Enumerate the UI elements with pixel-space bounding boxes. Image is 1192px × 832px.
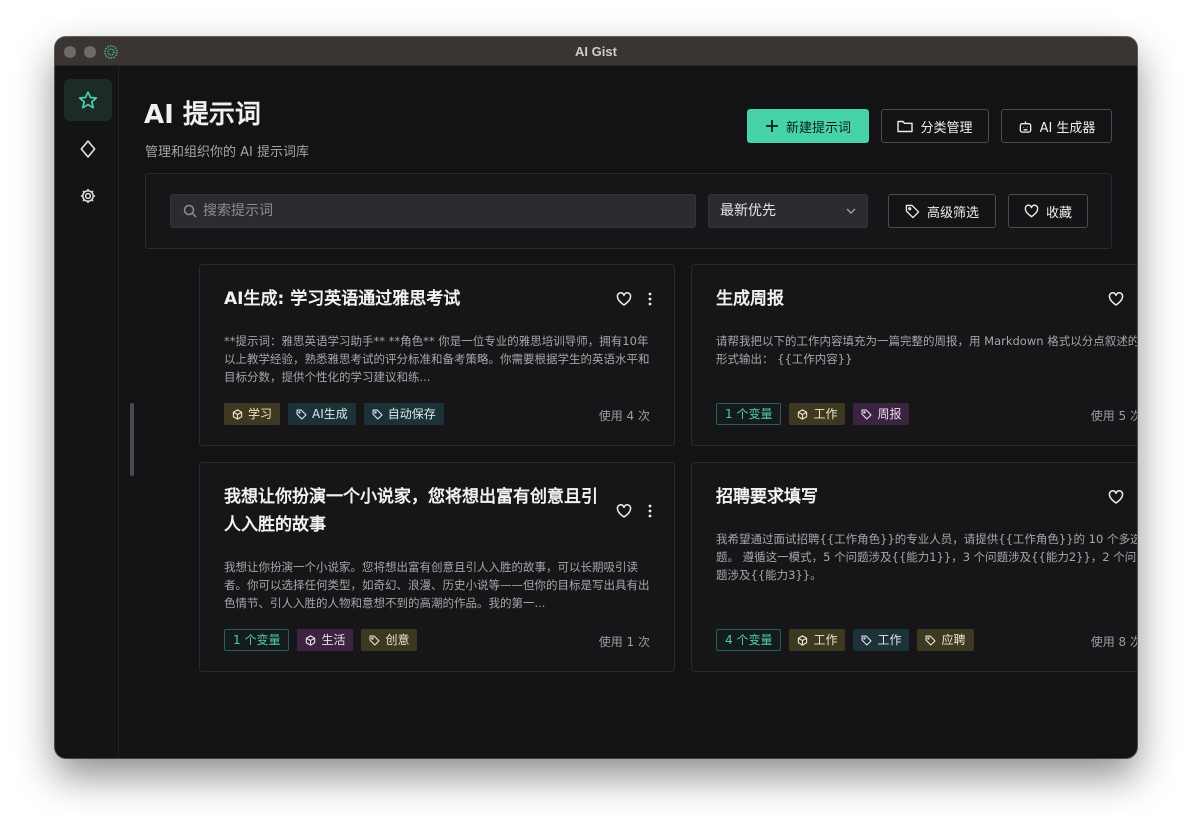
tag-icon	[861, 634, 872, 646]
heart-icon	[1024, 204, 1039, 218]
tag-icon	[296, 408, 307, 420]
category-manage-button[interactable]: 分类管理	[881, 109, 989, 143]
favorites-label: 收藏	[1045, 205, 1072, 221]
prompt-card-description: 我想让你扮演一个小说家。您将想出富有创意且引人入胜的故事，可以长期吸引读者。你可…	[224, 560, 650, 610]
sort-select[interactable]: 最新优先	[708, 194, 868, 228]
sort-select-value: 最新优先	[720, 203, 776, 219]
tag-list: 4 个变量 工作 工作 应聘	[716, 629, 974, 651]
tag-label: 工作	[813, 407, 838, 421]
advanced-filter-label: 高级筛选	[926, 205, 979, 221]
diamond-icon	[80, 140, 96, 158]
new-prompt-button[interactable]: 新建提示词	[747, 109, 869, 143]
variable-count-badge: 1 个变量	[716, 403, 782, 425]
cube-icon	[798, 408, 808, 420]
page-title: AI 提示词	[144, 100, 261, 130]
tag[interactable]: 创意	[361, 629, 418, 651]
advanced-filter-button[interactable]: 高级筛选	[888, 194, 996, 228]
main-content: AI 提示词 管理和组织你的 AI 提示词库 新建提示词 分类管理 AI 生成器…	[120, 66, 1137, 758]
prompt-card-title: 生成周报	[716, 289, 784, 309]
tag-list: 1 个变量 生活 创意	[224, 629, 418, 651]
robot-icon	[1019, 120, 1031, 133]
tag-label: 应聘	[941, 633, 966, 647]
more-vertical-icon[interactable]	[648, 292, 652, 306]
prompt-card-description: 我希望通过面试招聘{{工作角色}}的专业人员，请提供{{工作角色}}的 10 个…	[716, 532, 1137, 582]
more-vertical-icon[interactable]	[648, 504, 652, 518]
card-actions	[616, 504, 652, 518]
usage-count: 使用 8 次	[1090, 635, 1137, 649]
search-box	[170, 194, 696, 228]
tag[interactable]: 应聘	[917, 629, 974, 651]
tag-icon	[372, 408, 383, 420]
window-title: AI Gist	[575, 44, 617, 59]
tag[interactable]: 工作	[853, 629, 910, 651]
tag-label: 生活	[321, 633, 346, 647]
prompt-card[interactable]: 招聘要求填写 我希望通过面试招聘{{工作角色}}的专业人员，请提供{{工作角色}…	[691, 462, 1137, 672]
tag-label: AI生成	[312, 407, 348, 421]
heart-icon[interactable]	[1108, 292, 1124, 306]
card-actions	[1108, 490, 1137, 504]
chevron-down-icon	[846, 208, 856, 214]
usage-count: 使用 4 次	[598, 409, 650, 423]
prompt-card[interactable]: 生成周报 请帮我把以下的工作内容填充为一篇完整的周报，用 Markdown 格式…	[691, 264, 1137, 446]
prompt-card-title: 我想让你扮演一个小说家，您将想出富有创意且引人入胜的故事	[224, 487, 598, 535]
usage-count: 使用 1 次	[598, 635, 650, 649]
variable-count-badge: 1 个变量	[224, 629, 290, 651]
search-input[interactable]	[203, 195, 683, 227]
tag-icon	[925, 634, 937, 646]
tag-label: 学习	[248, 407, 273, 421]
cube-icon	[232, 408, 243, 420]
tag-list: 1 个变量 工作 周报	[716, 403, 910, 425]
tag[interactable]: 学习	[224, 403, 281, 425]
tag[interactable]: 周报	[853, 403, 910, 425]
tag[interactable]: 工作	[789, 629, 846, 651]
card-actions	[1108, 292, 1137, 306]
tag-icon	[861, 408, 872, 420]
plus-icon	[765, 120, 778, 132]
favorites-button[interactable]: 收藏	[1008, 194, 1088, 228]
tag-label: 周报	[877, 407, 902, 421]
category-manage-label: 分类管理	[920, 120, 973, 136]
star-icon	[78, 91, 98, 109]
prompt-card-title: AI生成: 学习英语通过雅思考试	[224, 289, 461, 309]
tag-icon	[369, 634, 380, 646]
search-icon	[183, 204, 197, 218]
heart-icon[interactable]	[616, 504, 632, 518]
variable-count-badge: 4 个变量	[716, 629, 782, 651]
prompt-card[interactable]: AI生成: 学习英语通过雅思考试 **提示词：雅思英语学习助手** **角色**…	[199, 264, 675, 446]
cube-icon	[798, 634, 808, 646]
page-subtitle: 管理和组织你的 AI 提示词库	[145, 145, 309, 160]
prompt-card-title: 招聘要求填写	[716, 487, 818, 507]
heart-icon[interactable]	[616, 292, 632, 306]
sidebar-item-settings[interactable]	[64, 175, 112, 217]
tag-list: 学习 AI生成 自动保存	[224, 403, 444, 425]
tag[interactable]: 工作	[789, 403, 846, 425]
prompt-card-description: 请帮我把以下的工作内容填充为一篇完整的周报，用 Markdown 格式以分点叙述…	[716, 334, 1137, 366]
sidebar-item-diamond[interactable]	[64, 128, 112, 170]
tag-label: 工作	[877, 633, 902, 647]
ai-generator-button[interactable]: AI 生成器	[1001, 109, 1112, 143]
cube-icon	[306, 634, 316, 646]
card-actions	[616, 292, 652, 306]
filter-bar: 最新优先 高级筛选 收藏	[145, 173, 1112, 249]
new-prompt-label: 新建提示词	[785, 120, 851, 136]
tag-icon	[905, 204, 920, 218]
sidebar	[55, 66, 119, 758]
gear-icon	[80, 188, 96, 204]
tag[interactable]: 自动保存	[363, 403, 444, 425]
tag[interactable]: 生活	[297, 629, 354, 651]
tag[interactable]: AI生成	[288, 403, 356, 425]
scrollbar[interactable]	[130, 403, 134, 476]
tag-label: 工作	[813, 633, 838, 647]
usage-count: 使用 5 次	[1090, 409, 1137, 423]
prompt-card[interactable]: 我想让你扮演一个小说家，您将想出富有创意且引人入胜的故事 我想让你扮演一个小说家…	[199, 462, 675, 672]
tag-label: 自动保存	[387, 407, 436, 421]
titlebar: AI Gist	[55, 37, 1137, 66]
tag-label: 创意	[385, 633, 410, 647]
app-window: AI Gist AI 提示词 管理和组织你的 AI 提示词库 新建提示词 分类管…	[55, 37, 1137, 758]
folder-icon	[897, 120, 914, 133]
heart-icon[interactable]	[1108, 490, 1124, 504]
sidebar-item-prompts[interactable]	[64, 79, 112, 121]
prompt-card-description: **提示词：雅思英语学习助手** **角色** 你是一位专业的雅思培训导师，拥有…	[224, 334, 650, 384]
ai-generator-label: AI 生成器	[1039, 120, 1096, 136]
